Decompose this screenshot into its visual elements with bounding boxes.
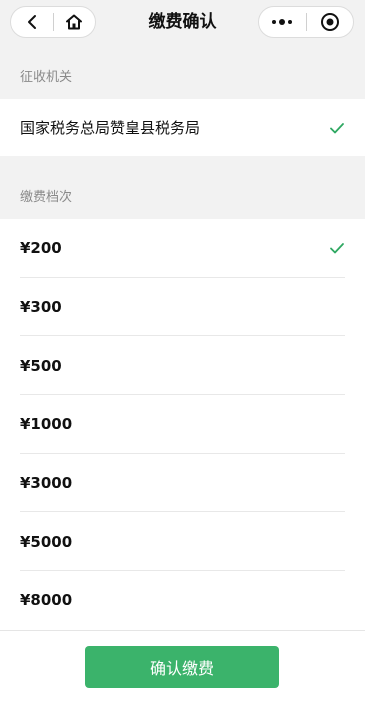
close-miniprogram-button[interactable] — [307, 7, 354, 37]
level-option-200[interactable]: ¥200 — [0, 219, 365, 278]
level-amount: ¥300 — [20, 298, 62, 317]
target-icon — [320, 13, 339, 31]
authority-name: 国家税务总局赞皇县税务局 — [20, 119, 201, 137]
level-option-300[interactable]: ¥300 — [0, 278, 365, 337]
level-amount: ¥8000 — [20, 591, 73, 610]
confirm-payment-button[interactable]: 确认缴费 — [85, 646, 279, 688]
bottom-action-bar: 确认缴费 — [0, 630, 365, 704]
back-icon — [27, 15, 36, 29]
check-icon — [330, 122, 344, 133]
check-icon — [330, 243, 344, 254]
level-amount: ¥200 — [20, 239, 62, 258]
home-button[interactable] — [54, 7, 96, 37]
level-option-500[interactable]: ¥500 — [0, 336, 365, 395]
level-amount: ¥5000 — [20, 532, 73, 551]
authority-option[interactable]: 国家税务总局赞皇县税务局 — [0, 99, 365, 156]
mini-program-capsule — [258, 6, 354, 38]
level-option-1000[interactable]: ¥1000 — [0, 395, 365, 454]
level-amount: ¥1000 — [20, 415, 73, 434]
back-button[interactable] — [11, 7, 53, 37]
level-option-8000[interactable]: ¥8000 — [0, 571, 365, 630]
more-button[interactable] — [259, 7, 306, 37]
more-icon — [272, 19, 293, 25]
level-option-3000[interactable]: ¥3000 — [0, 454, 365, 513]
home-icon — [66, 14, 83, 30]
levels-section-label: 缴费档次 — [20, 190, 73, 205]
nav-left-capsule — [10, 6, 96, 38]
level-amount: ¥3000 — [20, 474, 73, 493]
level-amount: ¥500 — [20, 356, 62, 375]
authority-section-label: 征收机关 — [20, 70, 73, 85]
level-option-5000[interactable]: ¥5000 — [0, 512, 365, 571]
payment-confirm-page: 缴费确认 征收机关 国家税务总局赞皇县税务局 缴费档次 ¥200 ¥300 ¥5… — [0, 0, 365, 704]
payment-level-list: ¥200 ¥300 ¥500 ¥1000 ¥3000 ¥5000 ¥8000 — [0, 219, 365, 630]
nav-bar: 缴费确认 — [0, 0, 365, 46]
